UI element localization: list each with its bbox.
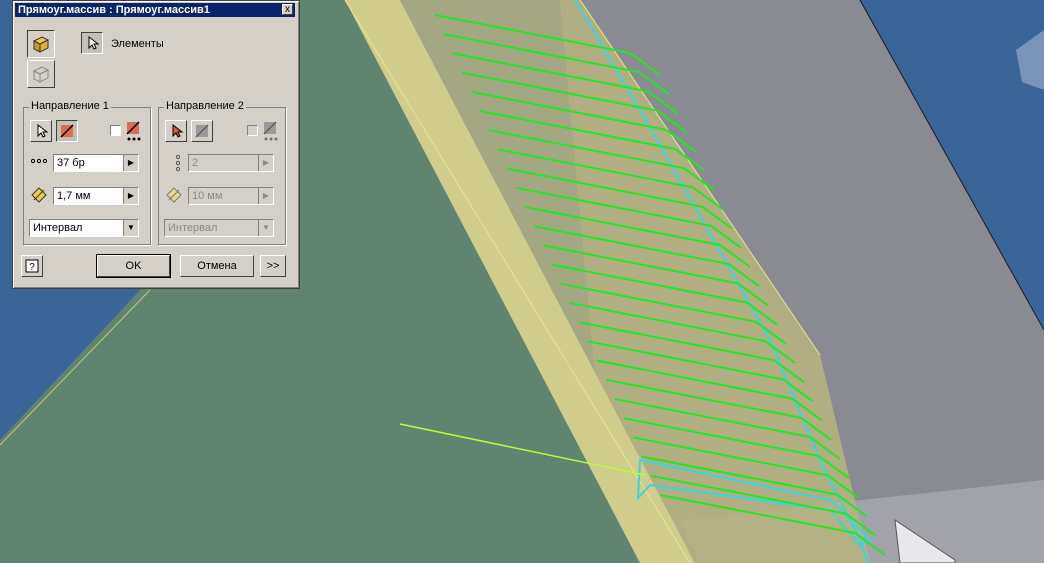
cancel-button[interactable]: Отмена [180, 255, 254, 277]
count-icon [30, 158, 48, 164]
flip-direction-icon [60, 124, 74, 138]
direction1-count-field[interactable]: 37 бр ▶ [53, 154, 139, 172]
more-button[interactable]: >> [260, 255, 286, 277]
help-button[interactable]: ? [21, 255, 43, 277]
direction2-count-value: 2 [192, 157, 199, 169]
cursor-icon [37, 123, 49, 138]
direction2-legend: Направление 2 [164, 100, 246, 112]
direction1-mode-value: Интервал [33, 222, 83, 234]
chevron-right-icon[interactable]: ▶ [123, 188, 138, 204]
direction2-mode-value: Интервал [168, 222, 218, 234]
pattern-solids-button[interactable] [27, 30, 55, 58]
svg-text:?: ? [29, 262, 35, 273]
elements-label: Элементы [111, 38, 164, 50]
direction1-mode-select[interactable]: Интервал ▼ [29, 219, 139, 237]
ok-button[interactable]: OK [96, 254, 171, 278]
chevron-right-icon[interactable]: ▶ [123, 155, 138, 171]
direction2-mode-select[interactable]: Интервал ▼ [164, 219, 274, 237]
chevron-down-icon[interactable]: ▼ [258, 220, 273, 236]
spacing-icon [31, 187, 47, 203]
help-icon: ? [25, 259, 39, 273]
direction1-legend: Направление 1 [29, 100, 111, 112]
spacing-icon [166, 187, 182, 203]
elements-select-button[interactable] [81, 32, 103, 54]
direction1-spacing-value: 1,7 мм [57, 190, 91, 202]
direction2-spacing-value: 10 мм [192, 190, 223, 202]
cursor-icon [88, 35, 100, 50]
pattern-solids-icon [32, 36, 50, 53]
direction2-midplane-checkbox[interactable] [247, 125, 258, 136]
direction2-flip-button[interactable] [191, 120, 213, 142]
direction1-count-value: 37 бр [57, 157, 85, 169]
direction1-flip-button[interactable] [56, 120, 78, 142]
direction1-path-button[interactable] [30, 120, 52, 142]
direction1-midplane-checkbox[interactable] [110, 125, 121, 136]
chevron-right-icon[interactable]: ▶ [258, 188, 273, 204]
midplane-icon [126, 121, 141, 141]
cursor-icon [172, 123, 184, 138]
flip-direction-icon [195, 124, 209, 138]
count-icon [175, 154, 181, 172]
direction1-spacing-field[interactable]: 1,7 мм ▶ [53, 187, 139, 205]
direction1-group: Направление 1 37 бр ▶ 1,7 мм ▶ Интервал … [23, 100, 151, 245]
pattern-features-icon [32, 66, 50, 83]
close-button[interactable]: x [282, 4, 293, 15]
direction2-group: Направление 2 2 ▶ 10 мм ▶ Интервал ▼ [158, 100, 286, 245]
direction2-spacing-field[interactable]: 10 мм ▶ [188, 187, 274, 205]
dialog-titlebar[interactable]: Прямоуг.массив : Прямоуг.массив1 x [15, 3, 295, 17]
chevron-down-icon[interactable]: ▼ [123, 220, 138, 236]
direction2-count-field[interactable]: 2 ▶ [188, 154, 274, 172]
midplane-icon [263, 121, 278, 141]
rectangular-pattern-dialog: Прямоуг.массив : Прямоуг.массив1 x Элеме… [12, 0, 300, 289]
dialog-title: Прямоуг.массив : Прямоуг.массив1 [18, 4, 210, 16]
pattern-features-button[interactable] [27, 60, 55, 88]
direction2-path-button[interactable] [165, 120, 187, 142]
chevron-right-icon[interactable]: ▶ [258, 155, 273, 171]
